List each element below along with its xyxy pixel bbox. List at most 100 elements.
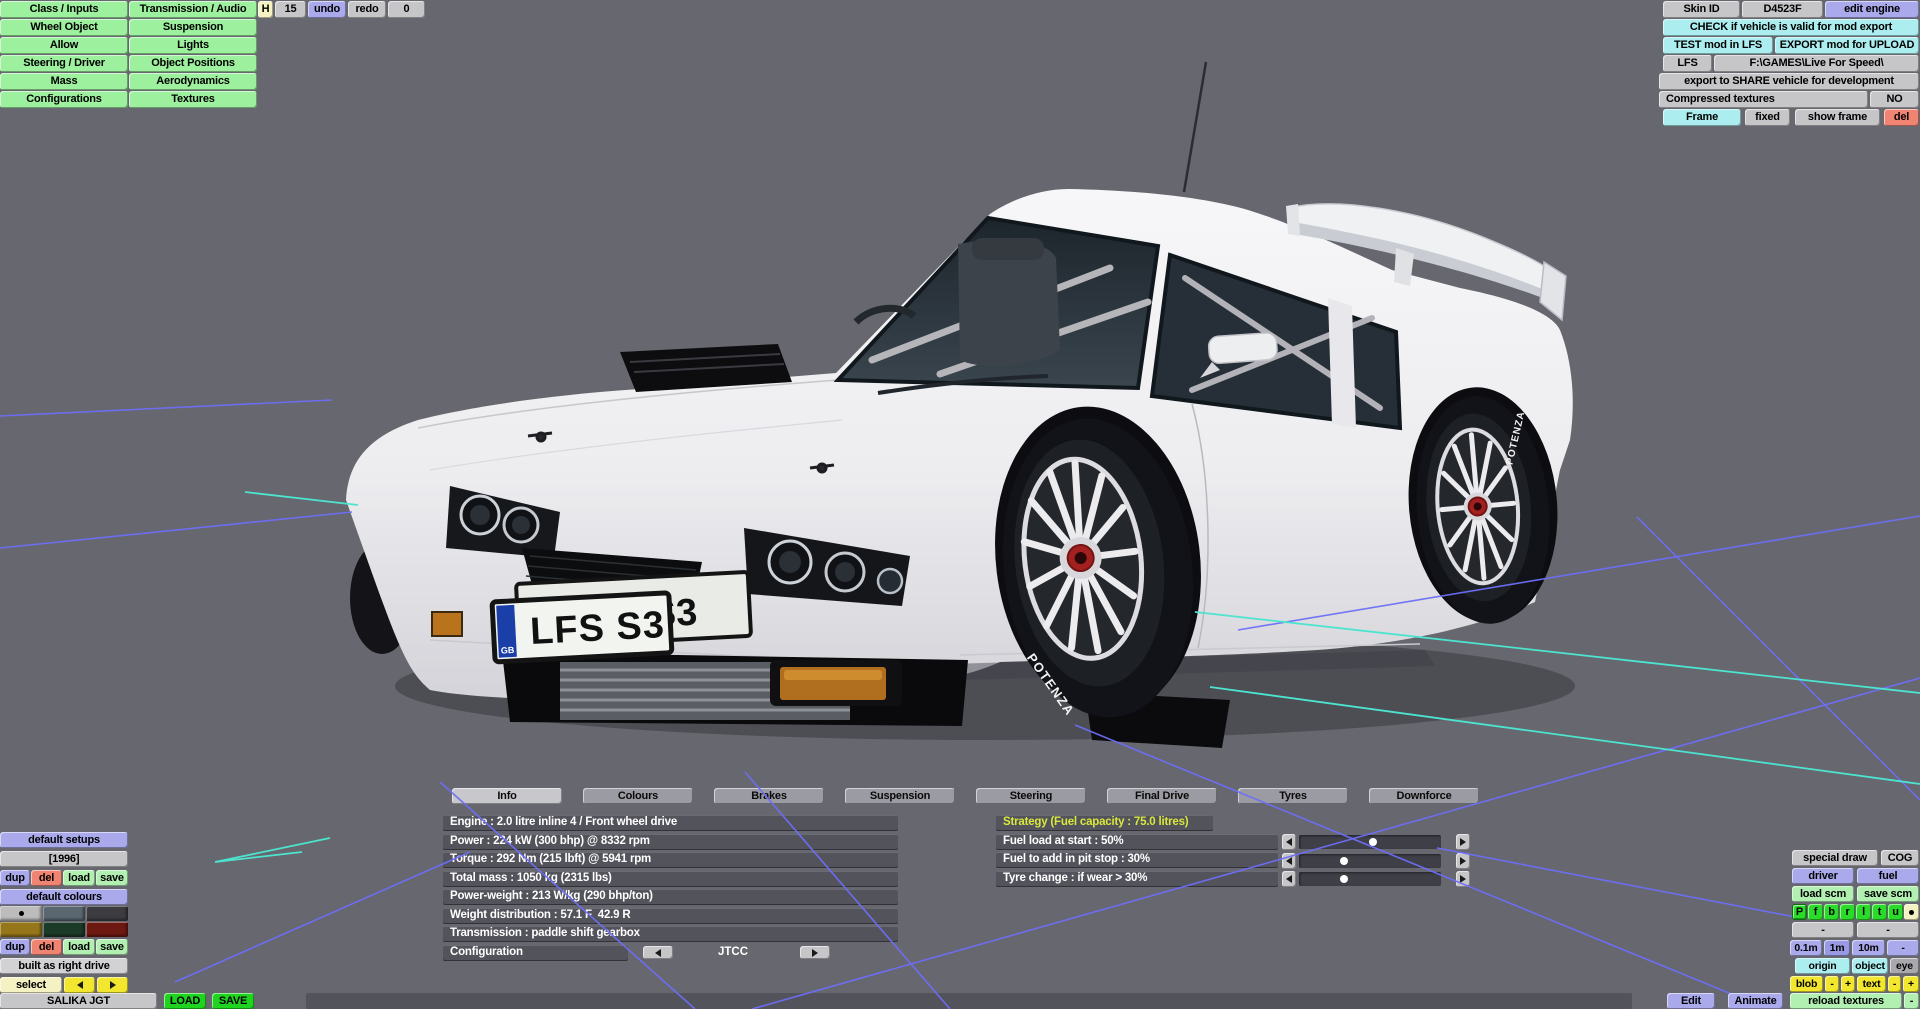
tyre-change-slider[interactable] [1299, 872, 1441, 886]
frame-button[interactable]: Frame [1663, 109, 1741, 126]
colour-swatch-6[interactable] [86, 922, 128, 937]
tyre-change-slider-thumb[interactable] [1340, 875, 1349, 883]
dash-button-1[interactable]: - [1792, 922, 1854, 938]
configuration-next-button[interactable] [800, 946, 830, 959]
skin-id-button[interactable]: Skin ID [1663, 1, 1740, 18]
dash-button-2[interactable]: - [1857, 922, 1919, 938]
text-button[interactable]: text [1857, 976, 1886, 992]
configuration-prev-button[interactable] [643, 946, 673, 959]
menu-suspension[interactable]: Suspension [129, 19, 257, 36]
select-button[interactable]: select [0, 977, 62, 993]
special-draw-button[interactable]: special draw [1792, 850, 1878, 866]
frame-del-button[interactable]: del [1884, 109, 1919, 126]
export-mod-button[interactable]: EXPORT mod for UPLOAD [1775, 37, 1919, 54]
setup-dup-button[interactable]: dup [0, 870, 30, 886]
scale-10m-button[interactable]: 10m [1852, 940, 1885, 956]
scale-1m-button[interactable]: 1m [1824, 940, 1850, 956]
select-prev-button[interactable] [64, 977, 95, 993]
tab-brakes[interactable]: Brakes [714, 788, 824, 804]
fuel-load-slider[interactable] [1299, 835, 1441, 849]
tab-downforce[interactable]: Downforce [1369, 788, 1479, 804]
animate-mode-button[interactable]: Animate [1728, 993, 1783, 1009]
built-as-right-drive[interactable]: built as right drive [0, 958, 128, 974]
setup-save-button[interactable]: save [96, 870, 128, 886]
undo-button[interactable]: undo [308, 1, 346, 18]
menu-aerodynamics[interactable]: Aerodynamics [129, 73, 257, 90]
scale-dash-button[interactable]: - [1887, 940, 1919, 956]
eye-button[interactable]: eye [1890, 958, 1919, 974]
lfs-button[interactable]: LFS [1663, 55, 1712, 72]
draw-toggle-b[interactable]: b [1824, 904, 1839, 920]
text-minus-button[interactable]: - [1888, 976, 1901, 992]
share-vehicle-button[interactable]: export to SHARE vehicle for development [1659, 73, 1919, 90]
check-vehicle-button[interactable]: CHECK if vehicle is valid for mod export [1663, 19, 1919, 36]
menu-object-positions[interactable]: Object Positions [129, 55, 257, 72]
menu-configurations[interactable]: Configurations [0, 91, 128, 108]
draw-toggle-dot[interactable] [1904, 904, 1919, 920]
lfs-path[interactable]: F:\GAMES\Live For Speed\ [1714, 55, 1919, 72]
pit-fuel-increase-button[interactable] [1456, 852, 1470, 869]
edit-engine-button[interactable]: edit engine [1825, 1, 1919, 18]
test-mod-button[interactable]: TEST mod in LFS [1663, 37, 1773, 54]
blob-minus-button[interactable]: - [1825, 976, 1839, 992]
redo-button[interactable]: redo [348, 1, 386, 18]
text-plus-button[interactable]: + [1903, 976, 1919, 992]
colours-load-button[interactable]: load [63, 939, 95, 955]
show-frame-button[interactable]: show frame [1795, 109, 1880, 126]
blob-plus-button[interactable]: + [1841, 976, 1855, 992]
tab-tyres[interactable]: Tyres [1238, 788, 1348, 804]
menu-lights[interactable]: Lights [129, 37, 257, 54]
vehicle-name[interactable]: SALIKA JGT [0, 993, 157, 1009]
draw-toggle-t[interactable]: t [1872, 904, 1887, 920]
colour-swatch-1[interactable] [0, 906, 42, 921]
skin-id-value[interactable]: D4523F [1742, 1, 1823, 18]
fuel-load-decrease-button[interactable] [1282, 834, 1296, 850]
draw-toggle-u[interactable]: u [1888, 904, 1903, 920]
tab-suspension[interactable]: Suspension [845, 788, 955, 804]
load-scm-button[interactable]: load scm [1792, 886, 1854, 902]
fuel-load-slider-thumb[interactable] [1368, 838, 1377, 846]
draw-toggle-P[interactable]: P [1792, 904, 1807, 920]
vehicle-load-button[interactable]: LOAD [164, 993, 206, 1009]
select-next-button[interactable] [97, 977, 128, 993]
compressed-textures-toggle[interactable]: NO [1870, 91, 1919, 108]
draw-toggle-r[interactable]: r [1840, 904, 1855, 920]
default-colours-button[interactable]: default colours [0, 889, 128, 905]
fuel-button[interactable]: fuel [1857, 868, 1919, 884]
setup-name[interactable]: [1996] [0, 851, 128, 867]
pit-fuel-slider-thumb[interactable] [1340, 856, 1349, 865]
menu-textures[interactable]: Textures [129, 91, 257, 108]
vehicle-save-button[interactable]: SAVE [212, 993, 254, 1009]
save-scm-button[interactable]: save scm [1857, 886, 1919, 902]
colours-dup-button[interactable]: dup [0, 939, 30, 955]
draw-toggle-f[interactable]: f [1808, 904, 1823, 920]
driver-button[interactable]: driver [1792, 868, 1854, 884]
tab-steering[interactable]: Steering [976, 788, 1086, 804]
tab-colours[interactable]: Colours [583, 788, 693, 804]
menu-steering-driver[interactable]: Steering / Driver [0, 55, 128, 72]
tab-info[interactable]: Info [452, 788, 562, 804]
colours-del-button[interactable]: del [31, 939, 62, 955]
tyre-change-decrease-button[interactable] [1282, 871, 1296, 887]
pit-fuel-slider[interactable] [1299, 853, 1441, 868]
menu-class-inputs[interactable]: Class / Inputs [0, 1, 128, 18]
vehicle-3d-view[interactable]: LFS-S3 GB LFS S3 [0, 0, 1920, 1009]
edit-mode-button[interactable]: Edit [1667, 993, 1715, 1009]
setup-del-button[interactable]: del [31, 870, 62, 886]
scale-0.1m-button[interactable]: 0.1m [1790, 940, 1822, 956]
reload-textures-button[interactable]: reload textures [1790, 993, 1902, 1009]
fuel-load-increase-button[interactable] [1456, 834, 1470, 850]
colours-save-button[interactable]: save [96, 939, 128, 955]
menu-wheel-object[interactable]: Wheel Object [0, 19, 128, 36]
origin-button[interactable]: origin [1795, 958, 1850, 974]
menu-allow[interactable]: Allow [0, 37, 128, 54]
blob-button[interactable]: blob [1790, 976, 1823, 992]
colour-swatch-2[interactable] [43, 906, 85, 921]
object-button[interactable]: object [1852, 958, 1888, 974]
draw-toggle-l[interactable]: l [1856, 904, 1871, 920]
pit-fuel-decrease-button[interactable] [1282, 852, 1296, 869]
menu-mass[interactable]: Mass [0, 73, 128, 90]
tyre-change-increase-button[interactable] [1456, 871, 1470, 887]
frame-fixed-button[interactable]: fixed [1745, 109, 1790, 126]
history-toggle-button[interactable]: H [258, 1, 273, 18]
